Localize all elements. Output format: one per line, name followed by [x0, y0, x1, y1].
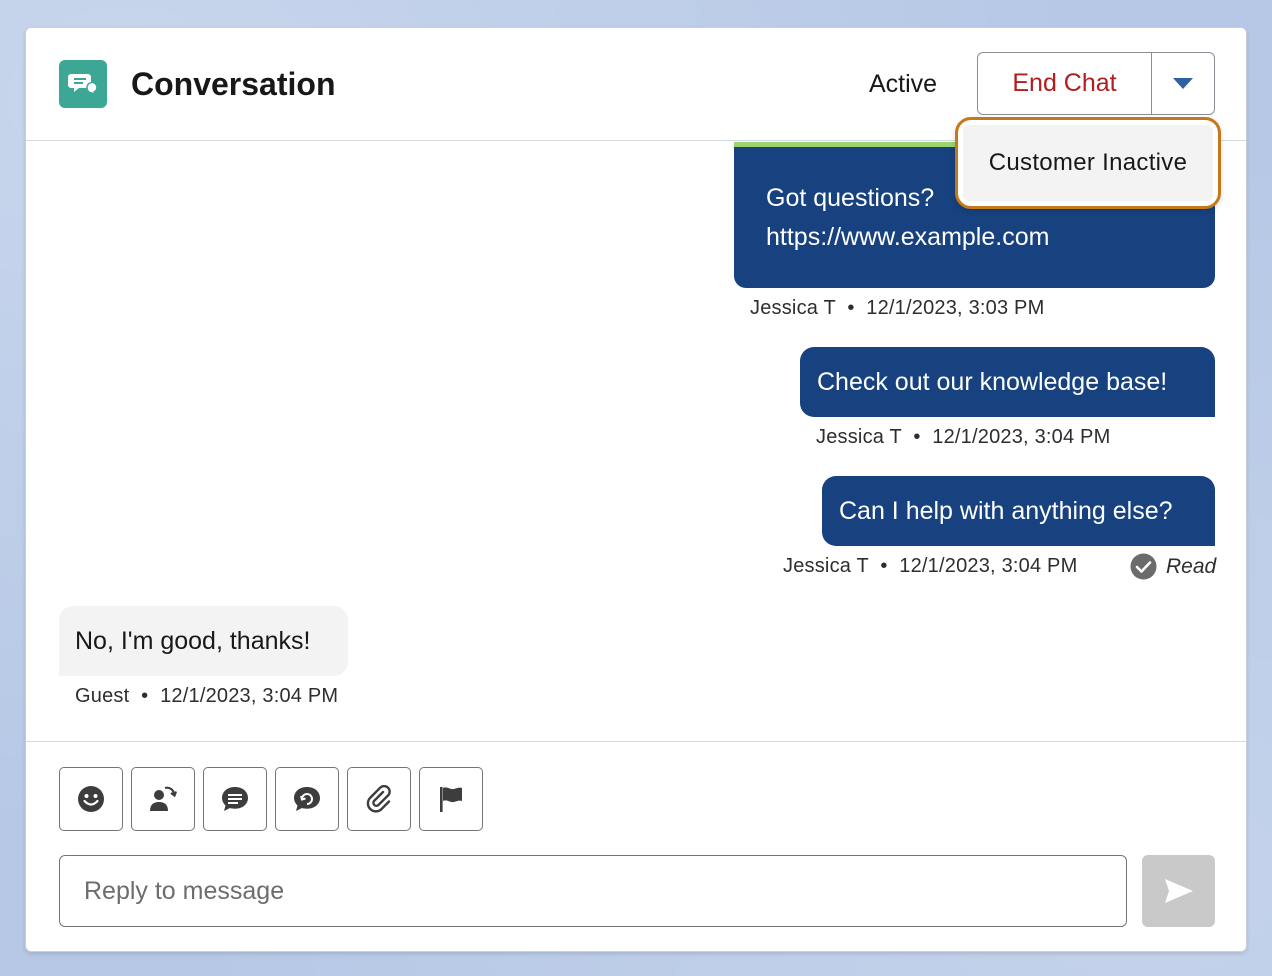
message-link[interactable]: https://www.example.com	[766, 218, 1215, 257]
send-button[interactable]	[1142, 855, 1215, 927]
message-timestamp: 12/1/2023, 3:03 PM	[866, 297, 1045, 319]
message-text: Can I help with anything else?	[839, 497, 1173, 525]
quick-text-icon	[222, 787, 248, 811]
end-chat-button[interactable]: End Chat	[978, 53, 1152, 114]
sender-name: Jessica T	[750, 297, 836, 319]
send-icon	[1164, 879, 1193, 903]
end-chat-menu-toggle[interactable]	[1152, 53, 1214, 114]
message-timestamp: 12/1/2023, 3:04 PM	[160, 685, 339, 707]
flag-button[interactable]	[419, 767, 483, 831]
message-timestamp: 12/1/2023, 3:04 PM	[899, 555, 1078, 577]
check-circle-icon	[1130, 553, 1157, 580]
page-title: Conversation	[131, 66, 336, 102]
message-meta: Jessica T • 12/1/2023, 3:04 PM	[816, 426, 1110, 449]
conversation-icon	[59, 60, 107, 108]
transfer-icon	[150, 786, 178, 811]
end-chat-button-group: End Chat	[977, 52, 1215, 115]
attach-button[interactable]	[347, 767, 411, 831]
read-receipt: Read	[1130, 553, 1216, 580]
conversation-status: Active	[869, 70, 938, 98]
attach-icon	[366, 785, 391, 813]
knowledge-button[interactable]	[275, 767, 339, 831]
message-meta: Guest • 12/1/2023, 3:04 PM	[75, 685, 338, 708]
end-chat-dropdown-menu: Customer Inactive	[955, 117, 1221, 209]
meta-separator: •	[913, 426, 921, 448]
message-bubble-incoming: No, I'm good, thanks!	[59, 606, 348, 676]
transfer-button[interactable]	[131, 767, 195, 831]
message-meta: Jessica T • 12/1/2023, 3:04 PM	[783, 555, 1077, 578]
meta-separator: •	[880, 555, 888, 577]
read-status-text: Read	[1166, 554, 1217, 578]
message-bubble-outgoing: Check out our knowledge base!	[800, 347, 1215, 417]
message-text: No, I'm good, thanks!	[75, 626, 311, 655]
emoji-icon	[78, 786, 104, 812]
message-bubble-outgoing: Can I help with anything else?	[822, 476, 1215, 546]
conversation-card: Conversation Active End Chat Customer In…	[25, 27, 1247, 952]
menu-item-customer-inactive[interactable]: Customer Inactive	[963, 125, 1213, 201]
flag-icon	[440, 787, 462, 812]
meta-separator: •	[847, 297, 855, 319]
message-timestamp: 12/1/2023, 3:04 PM	[932, 426, 1111, 448]
reply-input[interactable]	[59, 855, 1127, 927]
emoji-button[interactable]	[59, 767, 123, 831]
quick-text-button[interactable]	[203, 767, 267, 831]
message-text: Check out our knowledge base!	[817, 368, 1168, 396]
sender-name: Jessica T	[816, 426, 902, 448]
sender-name: Guest	[75, 685, 130, 707]
chevron-down-icon	[1173, 77, 1193, 89]
message-meta: Jessica T • 12/1/2023, 3:03 PM	[750, 297, 1044, 320]
meta-separator: •	[141, 685, 149, 707]
message-feed[interactable]: Got questions? https://www.example.com J…	[26, 142, 1246, 741]
knowledge-icon	[294, 787, 320, 811]
sender-name: Jessica T	[783, 555, 869, 577]
composer	[26, 741, 1246, 953]
